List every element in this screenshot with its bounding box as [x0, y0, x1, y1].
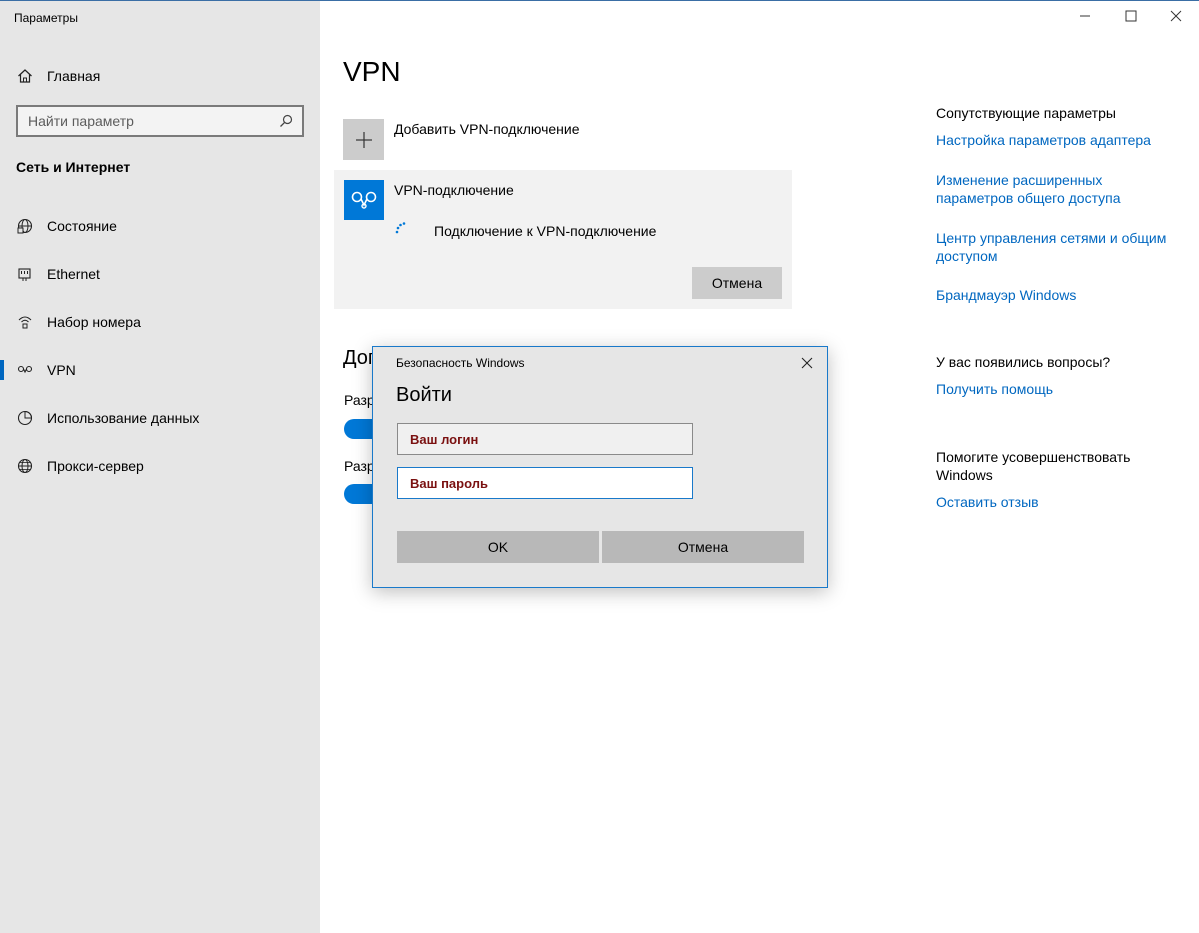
- app-title: Параметры: [14, 11, 78, 25]
- advanced-option-label: Разр: [344, 458, 375, 474]
- advanced-option-label: Разр: [344, 392, 375, 408]
- vpn-connection-name: VPN-подключение: [394, 182, 514, 198]
- sidebar-item-label: Состояние: [47, 218, 117, 234]
- maximize-icon: [1125, 9, 1137, 26]
- sidebar-item-label: VPN: [47, 362, 76, 378]
- firewall-link[interactable]: Брандмауэр Windows: [936, 286, 1176, 304]
- add-vpn-label: Добавить VPN-подключение: [394, 121, 580, 137]
- sidebar-item-label: Использование данных: [47, 410, 200, 426]
- globe-icon: [16, 458, 33, 475]
- dialog-title: Безопасность Windows: [396, 356, 525, 370]
- related-settings-heading: Сопутствующие параметры: [936, 105, 1116, 121]
- sidebar-item-ethernet[interactable]: Ethernet: [0, 254, 320, 294]
- minimize-button[interactable]: [1062, 6, 1108, 28]
- questions-heading: У вас появились вопросы?: [936, 354, 1111, 370]
- add-vpn-button[interactable]: Добавить VPN-подключение: [343, 119, 580, 160]
- sidebar-item-proxy[interactable]: Прокси-сервер: [0, 446, 320, 486]
- search-input[interactable]: [28, 113, 268, 129]
- adapter-settings-link[interactable]: Настройка параметров адаптера: [936, 131, 1176, 149]
- globe-status-icon: [16, 218, 33, 235]
- close-icon: [1170, 9, 1182, 26]
- ok-button[interactable]: OK: [397, 531, 599, 563]
- vpn-cancel-button[interactable]: Отмена: [692, 267, 782, 299]
- data-usage-icon: [16, 410, 33, 427]
- search-icon[interactable]: [277, 113, 294, 130]
- improve-windows-heading: Помогите усовершенствовать Windows: [936, 449, 1131, 483]
- search-box[interactable]: [16, 105, 304, 137]
- network-center-link[interactable]: Центр управления сетями и общим доступом: [936, 229, 1176, 265]
- feedback-link[interactable]: Оставить отзыв: [936, 493, 1176, 511]
- close-icon: [801, 356, 813, 372]
- sidebar-item-vpn[interactable]: VPN: [0, 350, 320, 390]
- sidebar-item-label: Ethernet: [47, 266, 100, 282]
- ethernet-icon: [16, 266, 33, 283]
- password-field[interactable]: [397, 467, 693, 499]
- page-title: VPN: [343, 56, 401, 87]
- dialup-icon: [16, 314, 33, 331]
- sidebar: Параметры Главная Сеть и Интернет Состоя…: [0, 1, 320, 933]
- vpn-connection-icon: [344, 180, 384, 220]
- plus-icon: [343, 119, 384, 160]
- dialog-close-button[interactable]: [797, 355, 817, 373]
- dialog-cancel-button[interactable]: Отмена: [602, 531, 804, 563]
- sidebar-home[interactable]: Главная: [16, 65, 100, 87]
- vpn-connection-card[interactable]: VPN-подключение Подключение к VPN-подклю…: [334, 170, 792, 309]
- sidebar-item-status[interactable]: Состояние: [0, 206, 320, 246]
- sidebar-item-data-usage[interactable]: Использование данных: [0, 398, 320, 438]
- sidebar-item-dialup[interactable]: Набор номера: [0, 302, 320, 342]
- dialog-heading: Войти: [396, 384, 452, 406]
- sidebar-item-label: Набор номера: [47, 314, 141, 330]
- vpn-connection-status: Подключение к VPN-подключение: [434, 223, 657, 239]
- sharing-settings-link[interactable]: Изменение расширенных параметров общего …: [936, 171, 1176, 207]
- vpn-icon: [16, 362, 33, 379]
- login-field[interactable]: [397, 423, 693, 455]
- home-icon: [16, 68, 33, 85]
- sidebar-section-title: Сеть и Интернет: [16, 159, 131, 175]
- maximize-button[interactable]: [1108, 6, 1154, 28]
- minimize-icon: [1079, 9, 1091, 26]
- sidebar-item-label: Прокси-сервер: [47, 458, 144, 474]
- get-help-link[interactable]: Получить помощь: [936, 380, 1176, 398]
- windows-security-dialog: Безопасность Windows Войти OK Отмена: [372, 346, 828, 588]
- loading-spinner-icon: [394, 220, 412, 238]
- close-window-button[interactable]: [1153, 6, 1199, 28]
- sidebar-home-label: Главная: [47, 68, 101, 84]
